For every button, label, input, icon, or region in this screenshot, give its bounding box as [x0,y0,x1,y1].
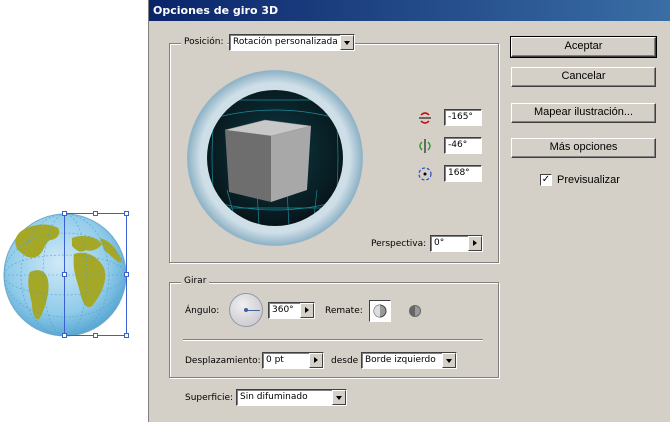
cube-grid-icon [207,90,343,226]
position-dropdown[interactable]: Rotación personalizada [229,34,355,51]
cap-label: Remate: [325,306,363,316]
perspective-field[interactable]: 0° [430,235,483,252]
map-art-button[interactable]: Mapear ilustración... [511,103,656,123]
rotate-z-field[interactable]: 168° [444,165,482,182]
rotate-y-field[interactable]: -46° [444,137,482,154]
selection-handle[interactable] [124,272,129,277]
selection-handle[interactable] [93,333,98,338]
chevron-right-icon [468,236,482,251]
chevron-right-icon [300,303,314,318]
cap-on-button[interactable] [369,300,391,322]
rotate-z-icon [418,167,432,181]
selection-handle[interactable] [124,211,129,216]
from-dropdown[interactable]: Borde izquierdo [361,352,457,369]
chevron-right-icon [309,353,323,368]
cube-preview[interactable] [207,90,343,226]
separator [183,339,483,341]
offset-label: Desplazamiento: [185,356,261,366]
offset-field[interactable]: 0 pt [262,352,324,369]
rotate-x-icon [419,112,431,124]
preview-label: Previsualizar [557,174,620,186]
selection-handle[interactable] [62,211,67,216]
selection-bounding-box[interactable] [64,213,127,336]
rotate-3d-dialog: Opciones de giro 3D Posición: Rotación p… [148,0,670,422]
more-options-button[interactable]: Más opciones [511,138,656,158]
surface-dropdown[interactable]: Sin difuminado [236,389,347,406]
chevron-down-icon [332,390,346,405]
from-label: desde [331,356,359,366]
cube-trackball[interactable] [187,70,363,246]
angle-field[interactable]: 360° [268,302,315,319]
cap-off-icon[interactable] [406,302,424,320]
revolve-legend: Girar [181,276,210,286]
dialog-title: Opciones de giro 3D [149,0,670,21]
from-value: Borde izquierdo [365,355,436,365]
chevron-down-icon [340,35,354,50]
offset-value: 0 pt [266,355,284,365]
surface-value: Sin difuminado [240,392,308,402]
position-dropdown-value: Rotación personalizada [233,37,338,47]
selection-handle[interactable] [124,333,129,338]
ok-button[interactable]: Aceptar [510,36,657,58]
surface-label: Superficie: [185,393,234,403]
chevron-down-icon [442,353,456,368]
selection-handle[interactable] [93,211,98,216]
perspective-label: Perspectiva: [371,239,427,249]
cap-on-icon [373,304,387,318]
preview-checkbox[interactable]: ✓ [540,174,552,186]
artboard [0,0,148,422]
perspective-value: 0° [434,238,445,248]
cancel-button[interactable]: Cancelar [511,67,656,87]
position-label: Posición: [181,37,227,47]
angle-value: 360° [272,305,294,315]
angle-label: Ángulo: [185,306,220,316]
rotate-x-field[interactable]: -165° [444,109,482,126]
selection-handle[interactable] [62,333,67,338]
angle-dial[interactable] [229,293,263,327]
rotate-y-icon [419,139,431,153]
selection-handle[interactable] [62,272,67,277]
